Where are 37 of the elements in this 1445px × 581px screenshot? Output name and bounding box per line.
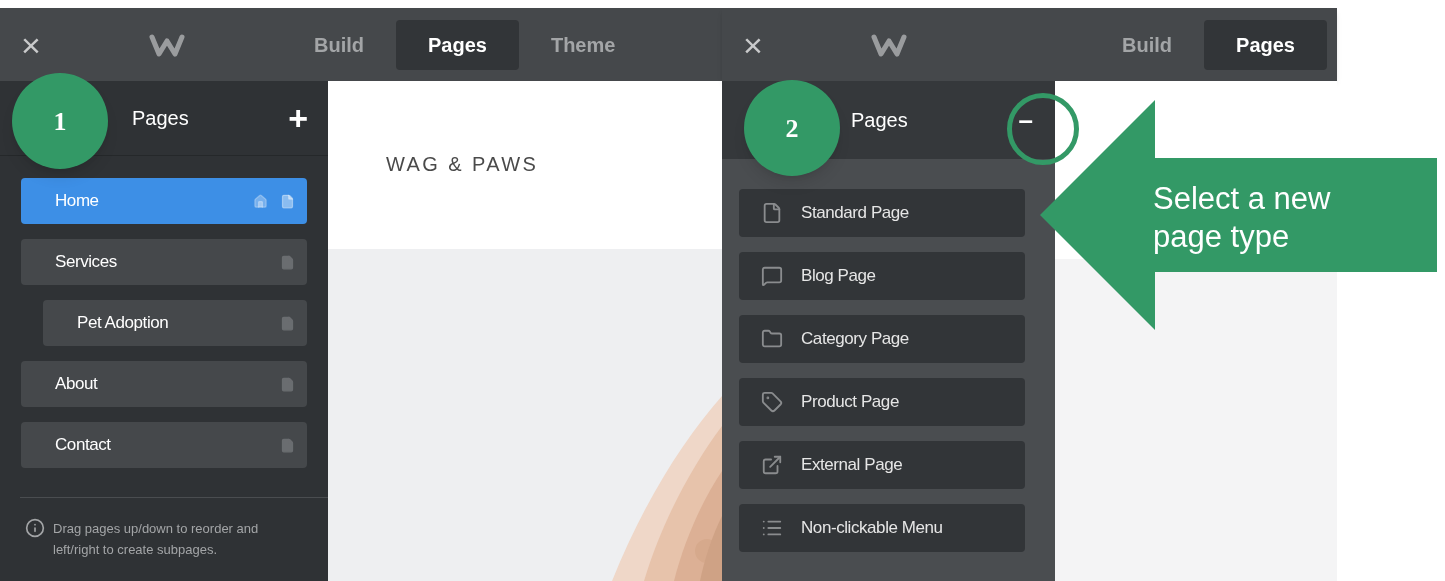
sidebar-title: Pages [132, 106, 190, 131]
site-title: WAG & PAWS [386, 152, 539, 177]
page-type-button[interactable]: Standard Page [739, 189, 1025, 237]
logo-icon [148, 31, 186, 58]
page-item[interactable]: About [21, 361, 307, 407]
page-type-button[interactable]: External Page [739, 441, 1025, 489]
nav-tab[interactable]: Build [1090, 19, 1205, 70]
page-type-button[interactable]: Product Page [739, 378, 1025, 426]
page-item[interactable]: Pet Adoption [43, 300, 307, 346]
folder-icon [761, 328, 783, 350]
sidebar-title: Pages [851, 108, 909, 133]
page-icon [280, 254, 295, 270]
close-button[interactable]: × [11, 24, 51, 65]
page-item[interactable]: Contact [21, 422, 307, 468]
add-page-button[interactable]: + [288, 101, 308, 135]
nav-tab[interactable]: Build [282, 19, 396, 70]
nav-tab[interactable]: Theme [518, 19, 648, 70]
tag-icon [761, 391, 783, 413]
speech-bubble-icon [761, 265, 783, 287]
nav-tab[interactable]: Pages [396, 19, 519, 70]
external-link-icon [761, 454, 783, 476]
page-icon [280, 437, 295, 453]
close-button[interactable]: × [733, 24, 773, 65]
info-icon [25, 518, 45, 538]
page-type-button[interactable]: Non-clickable Menu [739, 504, 1025, 552]
page-icon [280, 315, 295, 331]
logo-icon [870, 31, 908, 58]
nav-tab[interactable]: Pages [1204, 19, 1327, 70]
page-type-button[interactable]: Category Page [739, 315, 1025, 363]
hint-text: Drag pages up/down to reorder and left/right to create subpages. [53, 520, 260, 559]
page-icon [280, 376, 295, 392]
page-item[interactable]: Services [21, 239, 307, 285]
page-icon [761, 202, 783, 224]
callout-text: Select a new page type [1153, 180, 1332, 256]
collapse-button[interactable]: – [1018, 107, 1033, 133]
page-icon [280, 193, 295, 209]
page-type-button[interactable]: Blog Page [739, 252, 1025, 300]
